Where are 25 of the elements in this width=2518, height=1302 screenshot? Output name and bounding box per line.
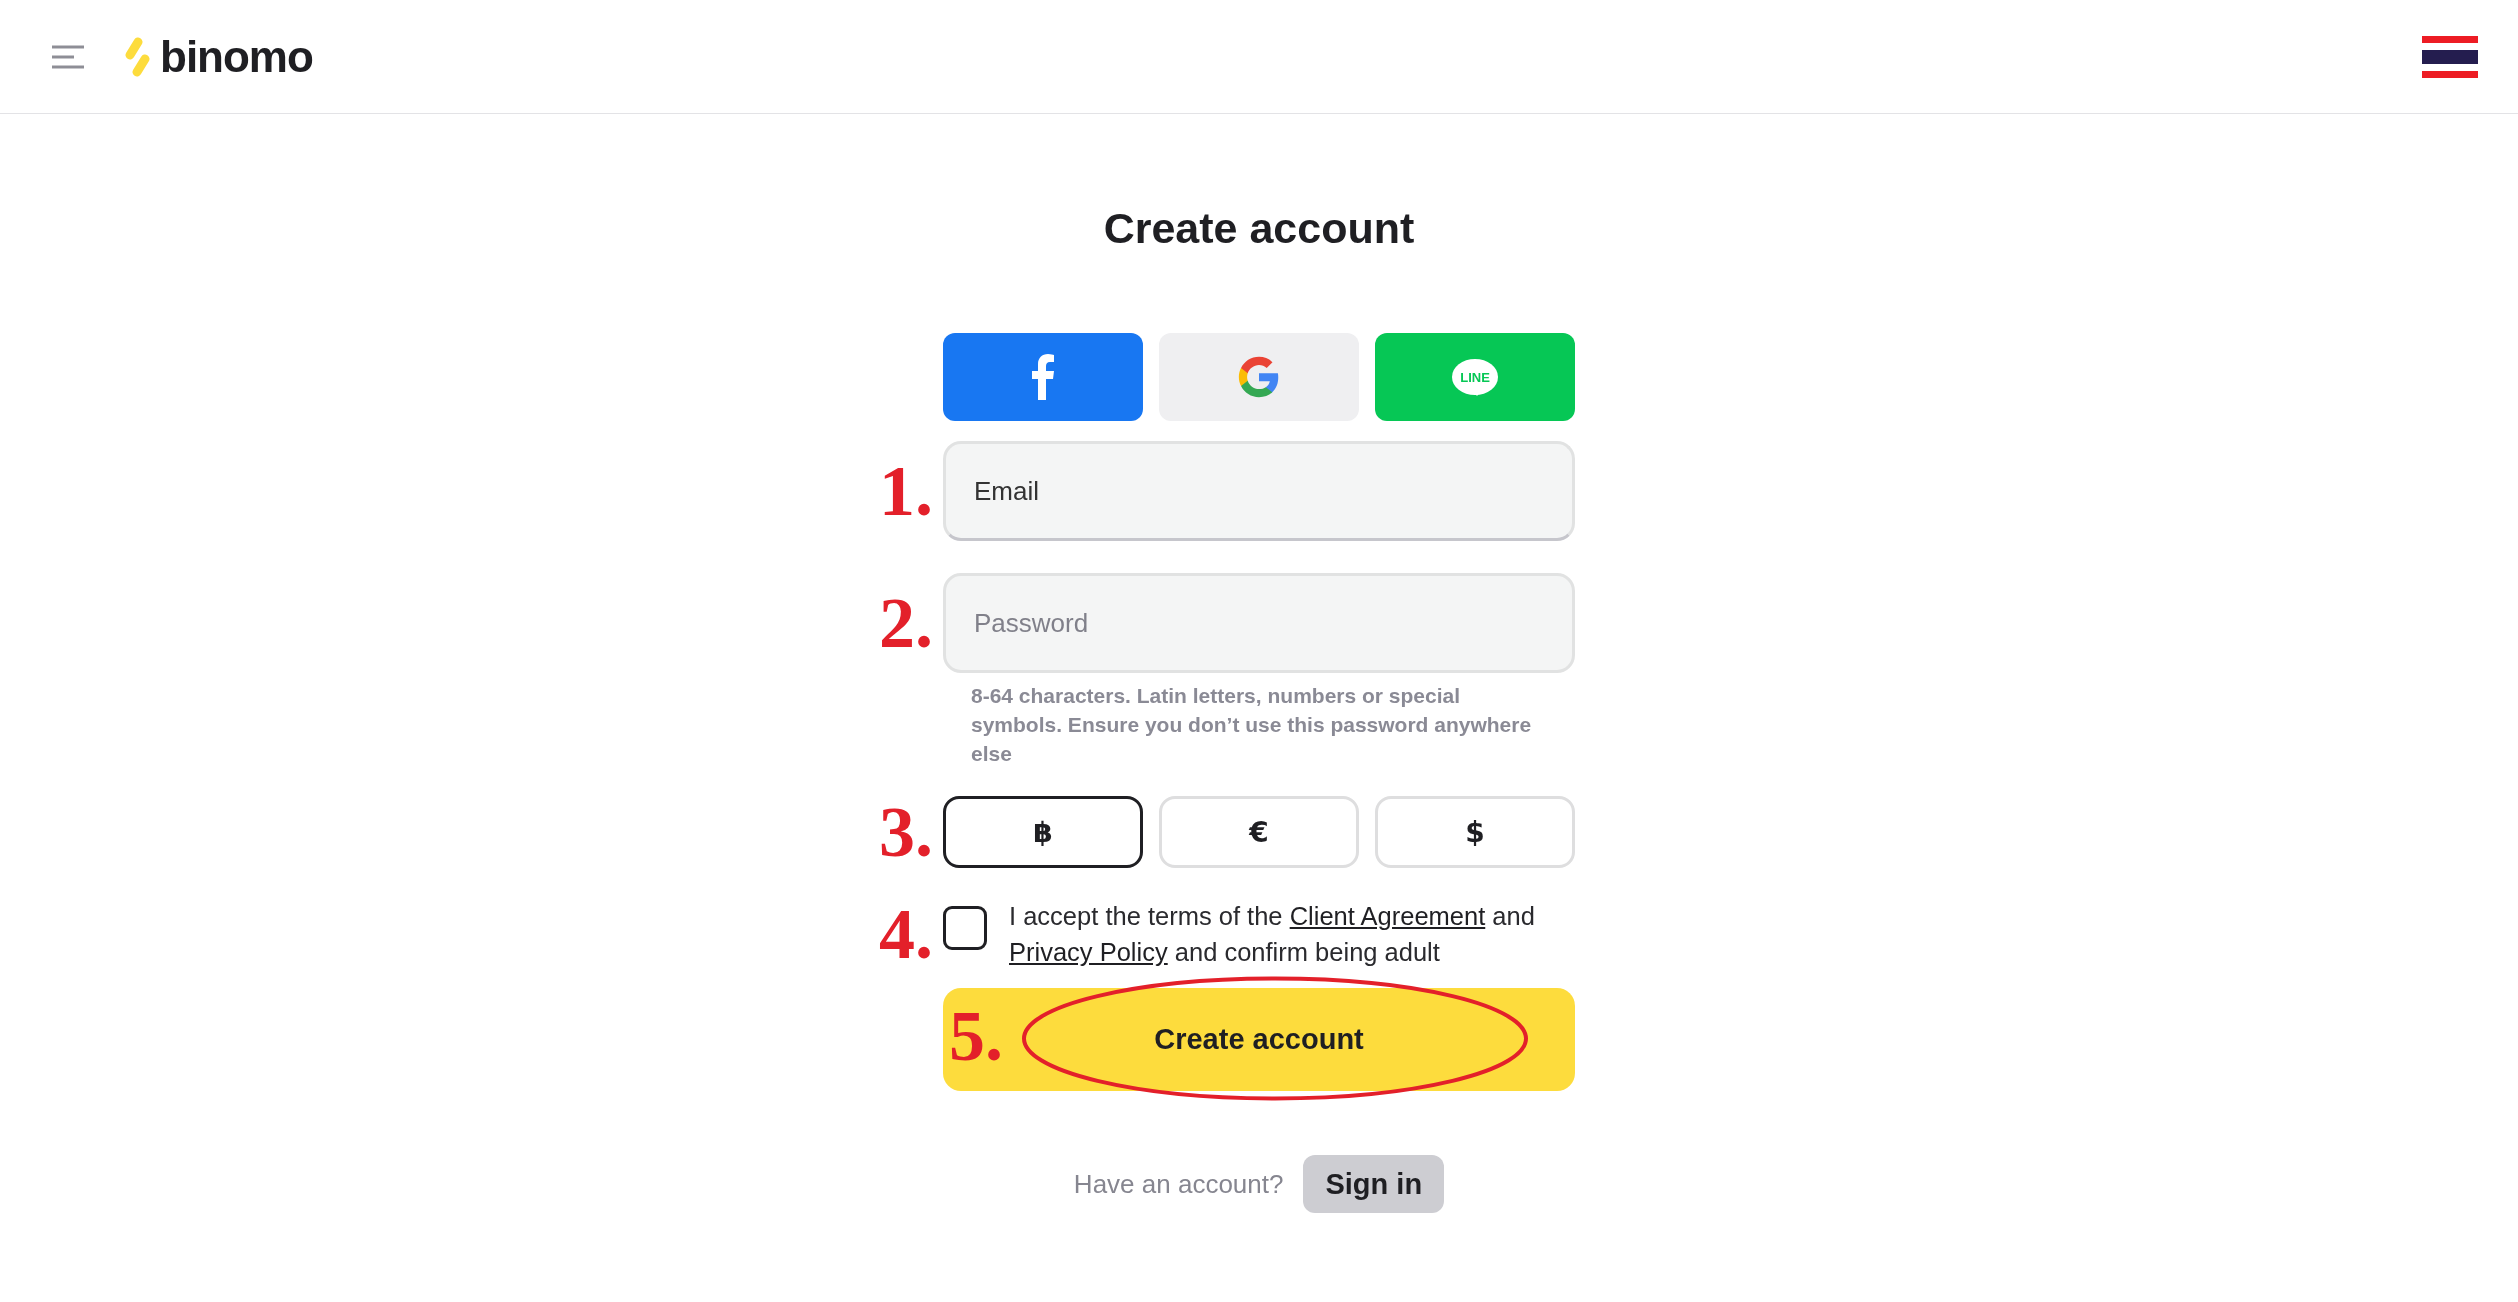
email-field[interactable]: Email	[943, 441, 1575, 541]
currency-option[interactable]: $	[1375, 796, 1575, 868]
currency-option[interactable]: €	[1159, 796, 1359, 868]
page-title: Create account	[1103, 204, 1415, 253]
annotation-number: 1.	[879, 455, 934, 527]
google-button[interactable]	[1159, 333, 1359, 421]
password-hint: 8-64 characters. Latin letters, numbers or special symbols. Ensure you don’t use this password anywhere else	[970, 683, 1533, 767]
terms-text: I accept the terms of the Client Agreement and Privacy Policy and confirm being adult	[1009, 901, 1536, 968]
password-field[interactable]: Password	[943, 573, 1575, 673]
facebook-button[interactable]	[943, 333, 1143, 421]
annotation-number: 4.	[879, 898, 934, 970]
signin-button[interactable]: Sign in	[1303, 1155, 1445, 1213]
logo-text: binomo	[160, 31, 313, 82]
annotation-number: 2.	[879, 587, 934, 659]
currency-option[interactable]: ฿	[943, 796, 1143, 868]
google-icon	[1237, 355, 1281, 399]
annotation-number: 5.	[949, 1000, 1003, 1072]
facebook-icon	[1032, 354, 1054, 400]
terms-checkbox[interactable]	[943, 906, 987, 950]
thailand-flag-icon[interactable]	[2422, 35, 2478, 78]
annotation-number: 3.	[879, 796, 934, 868]
terms-link[interactable]: Client Agreement	[1289, 902, 1486, 930]
menu-icon[interactable]	[52, 44, 84, 69]
terms-link[interactable]: Privacy Policy	[1009, 938, 1168, 966]
signin-prompt: Have an account?	[1073, 1168, 1284, 1200]
